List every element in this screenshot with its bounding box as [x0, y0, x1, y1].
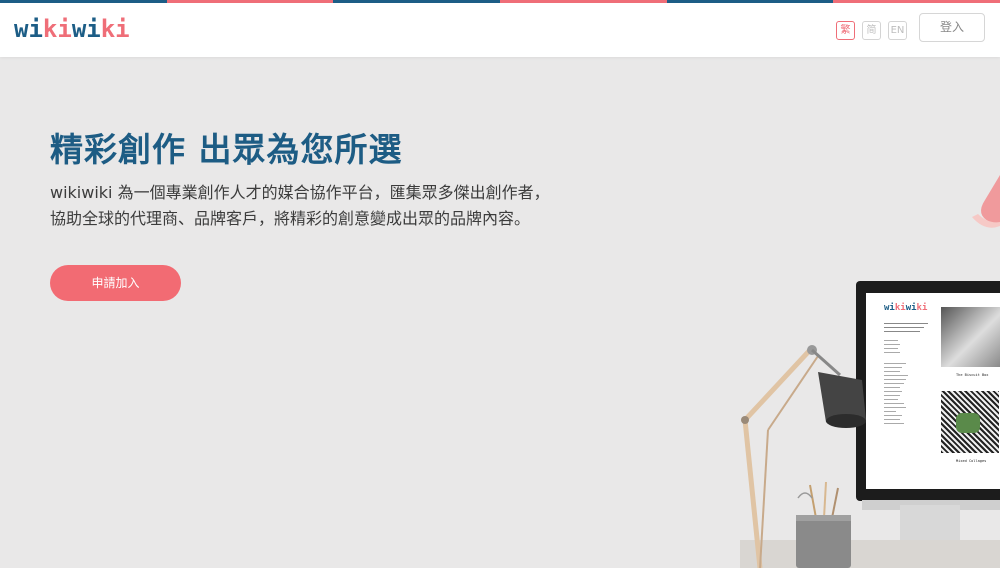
lang-english[interactable]: EN [888, 21, 907, 40]
monitor-logo: wikiwiki [884, 303, 928, 313]
monitor-thumb2-label: Mixed Collages [956, 459, 987, 463]
monitor-thumb1-label: The Biscuit Box [956, 373, 989, 377]
site-header: wikiwiki 繁 简 EN 登入 [0, 0, 1000, 57]
monitor-menu-lines [884, 321, 944, 424]
lang-simplified-chinese[interactable]: 简 [862, 21, 881, 40]
lang-traditional-chinese[interactable]: 繁 [836, 21, 855, 40]
hero-description: wikiwiki 為一個專業創作人才的媒合協作平台，匯集眾多傑出創作者，協助全球… [50, 183, 550, 228]
desk [740, 540, 1000, 568]
monitor-thumbnail-green-car [956, 413, 980, 433]
wikiwiki-logo[interactable]: wikiwiki [14, 14, 130, 44]
login-button[interactable]: 登入 [919, 13, 985, 42]
hanging-lamp-shade [981, 175, 1000, 224]
monitor-screen: wikiwiki The Biscuit Box Mixed Collages [866, 293, 1000, 489]
desk-lamp [741, 345, 866, 568]
apply-join-button[interactable]: 申請加入 [50, 265, 181, 301]
top-color-strip [0, 0, 1000, 3]
monitor-thumbnail-car [941, 307, 1000, 367]
hero-title: 精彩創作 出眾為您所選 [50, 130, 403, 169]
pen-cup [796, 481, 851, 568]
